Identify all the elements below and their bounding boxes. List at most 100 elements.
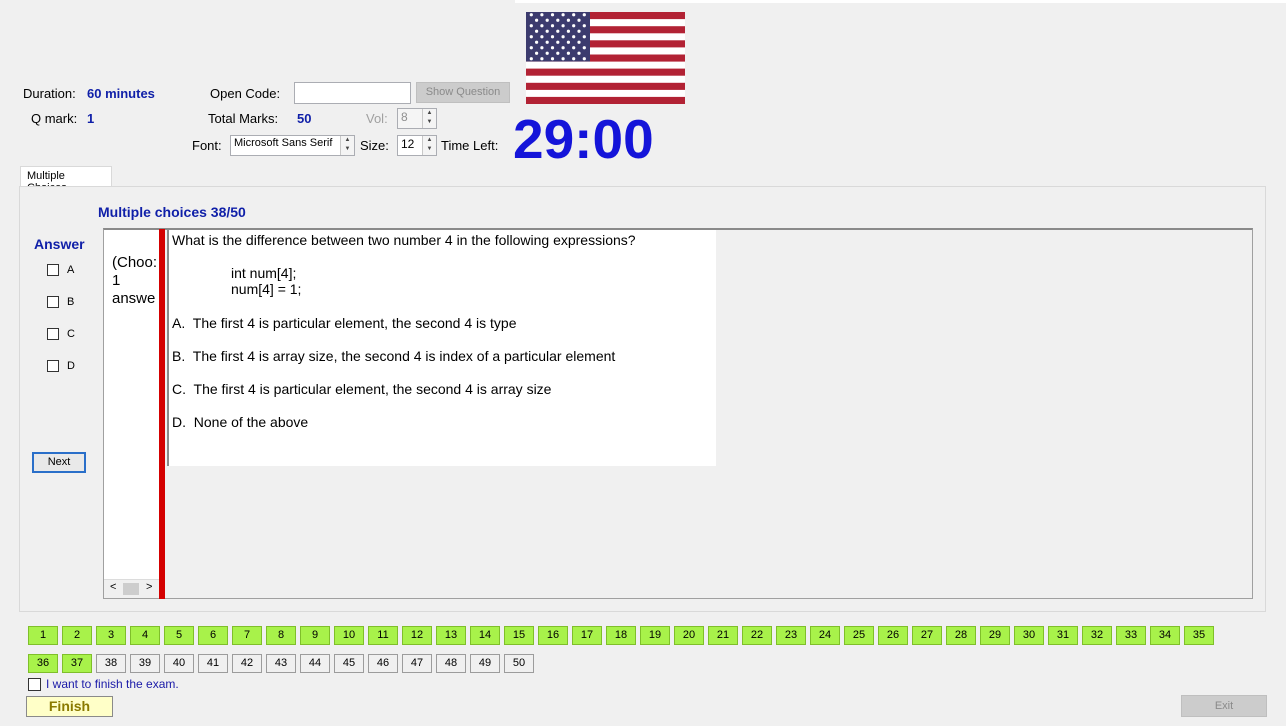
tab-multiple-choices[interactable]: Multiple Choices [20, 166, 112, 194]
question-nav-button[interactable]: 29 [980, 626, 1010, 645]
question-nav-button[interactable]: 18 [606, 626, 636, 645]
question-nav-button[interactable]: 37 [62, 654, 92, 673]
question-nav-button[interactable]: 23 [776, 626, 806, 645]
answer-option-d[interactable]: D [47, 360, 75, 372]
question-nav-button[interactable]: 48 [436, 654, 466, 673]
spin-arrows-icon[interactable]: ▲ ▼ [422, 109, 436, 128]
open-code-input[interactable] [294, 82, 411, 104]
scroll-right-icon[interactable]: > [146, 581, 152, 593]
choice-letter: C. [172, 381, 186, 397]
question-nav-button[interactable]: 6 [198, 626, 228, 645]
question-box: What is the difference between two numbe… [167, 230, 716, 466]
question-nav-button[interactable]: 32 [1082, 626, 1112, 645]
font-spinner[interactable]: Microsoft Sans Serif ▲ ▼ [230, 135, 355, 156]
open-code-label: Open Code: [210, 86, 281, 101]
duration-label: Duration: [23, 86, 76, 101]
finish-checkbox-label: I want to finish the exam. [46, 677, 179, 691]
choice-text: None of the above [193, 414, 309, 430]
hint-scrollbar[interactable]: < > [104, 579, 159, 598]
question-nav-button[interactable]: 21 [708, 626, 738, 645]
question-nav-button[interactable]: 31 [1048, 626, 1078, 645]
size-label: Size: [360, 138, 389, 153]
question-nav-button[interactable]: 10 [334, 626, 364, 645]
question-nav-button[interactable]: 12 [402, 626, 432, 645]
question-nav-button[interactable]: 5 [164, 626, 194, 645]
font-value: Microsoft Sans Serif [234, 137, 333, 149]
hint-line: (Choo: [112, 254, 158, 271]
question-nav-button[interactable]: 3 [96, 626, 126, 645]
question-nav-button[interactable]: 16 [538, 626, 568, 645]
exit-button[interactable]: Exit [1181, 695, 1267, 717]
checkbox[interactable] [47, 360, 59, 372]
question-nav-button[interactable]: 33 [1116, 626, 1146, 645]
question-nav-button[interactable]: 36 [28, 654, 58, 673]
checkbox[interactable] [47, 264, 59, 276]
question-nav-button[interactable]: 46 [368, 654, 398, 673]
vol-label: Vol: [366, 111, 388, 126]
size-value: 12 [401, 137, 415, 151]
checkbox[interactable] [47, 328, 59, 340]
question-nav-button[interactable]: 11 [368, 626, 398, 645]
section-title: Multiple choices 38/50 [98, 204, 246, 220]
question-nav-button[interactable]: 43 [266, 654, 296, 673]
qmark-value: 1 [87, 111, 95, 126]
finish-checkbox-row[interactable]: I want to finish the exam. [28, 677, 179, 691]
question-nav-button[interactable]: 41 [198, 654, 228, 673]
finish-button[interactable]: Finish [26, 696, 113, 717]
answer-option-label: D [67, 360, 75, 372]
question-nav-button[interactable]: 49 [470, 654, 500, 673]
timer: 29:00 [513, 108, 654, 170]
question-nav-button[interactable]: 28 [946, 626, 976, 645]
choice-b: B. The first 4 is array size, the second… [172, 348, 615, 365]
question-nav-button[interactable]: 45 [334, 654, 364, 673]
finish-checkbox[interactable] [28, 677, 41, 691]
question-nav-button[interactable]: 14 [470, 626, 500, 645]
question-nav-button[interactable]: 40 [164, 654, 194, 673]
question-nav-button[interactable]: 30 [1014, 626, 1044, 645]
size-spinner[interactable]: 12 ▲ ▼ [397, 135, 437, 156]
spin-arrows-icon[interactable]: ▲ ▼ [422, 136, 436, 155]
hint-line: answe [112, 290, 156, 307]
question-nav-button[interactable]: 38 [96, 654, 126, 673]
question-nav-button[interactable]: 44 [300, 654, 330, 673]
answer-option-a[interactable]: A [47, 264, 74, 276]
vol-spinner[interactable]: 8 ▲ ▼ [397, 108, 437, 129]
scroll-thumb[interactable] [123, 583, 139, 595]
question-nav-button[interactable]: 39 [130, 654, 160, 673]
answer-heading: Answer [34, 236, 85, 252]
question-nav-button[interactable]: 13 [436, 626, 466, 645]
next-button[interactable]: Next [32, 452, 86, 473]
show-question-button[interactable]: Show Question [416, 82, 510, 103]
question-nav-button[interactable]: 26 [878, 626, 908, 645]
question-nav-button[interactable]: 20 [674, 626, 704, 645]
us-flag-icon [526, 12, 685, 104]
question-nav-button[interactable]: 19 [640, 626, 670, 645]
question-nav-button[interactable]: 34 [1150, 626, 1180, 645]
code-line: num[4] = 1; [231, 281, 302, 297]
question-nav-button[interactable]: 42 [232, 654, 262, 673]
answer-option-b[interactable]: B [47, 296, 74, 308]
question-nav-button[interactable]: 50 [504, 654, 534, 673]
question-nav-button[interactable]: 47 [402, 654, 432, 673]
question-nav-button[interactable]: 4 [130, 626, 160, 645]
question-nav-button[interactable]: 7 [232, 626, 262, 645]
checkbox[interactable] [47, 296, 59, 308]
answer-option-c[interactable]: C [47, 328, 75, 340]
spin-arrows-icon[interactable]: ▲ ▼ [340, 136, 354, 155]
question-nav-button[interactable]: 8 [266, 626, 296, 645]
question-nav-button[interactable]: 22 [742, 626, 772, 645]
scroll-left-icon[interactable]: < [110, 581, 116, 593]
splitter[interactable] [159, 229, 165, 599]
question-nav-button[interactable]: 9 [300, 626, 330, 645]
question-nav-button[interactable]: 27 [912, 626, 942, 645]
duration-value: 60 minutes [87, 86, 155, 101]
question-nav-button[interactable]: 25 [844, 626, 874, 645]
question-nav-button[interactable]: 15 [504, 626, 534, 645]
choice-a: A. The first 4 is particular element, th… [172, 315, 516, 332]
question-nav-button[interactable]: 1 [28, 626, 58, 645]
question-nav-button[interactable]: 24 [810, 626, 840, 645]
question-nav-button[interactable]: 17 [572, 626, 602, 645]
question-nav-button[interactable]: 2 [62, 626, 92, 645]
question-nav-button[interactable]: 35 [1184, 626, 1214, 645]
question-prompt: What is the difference between two numbe… [172, 232, 636, 248]
